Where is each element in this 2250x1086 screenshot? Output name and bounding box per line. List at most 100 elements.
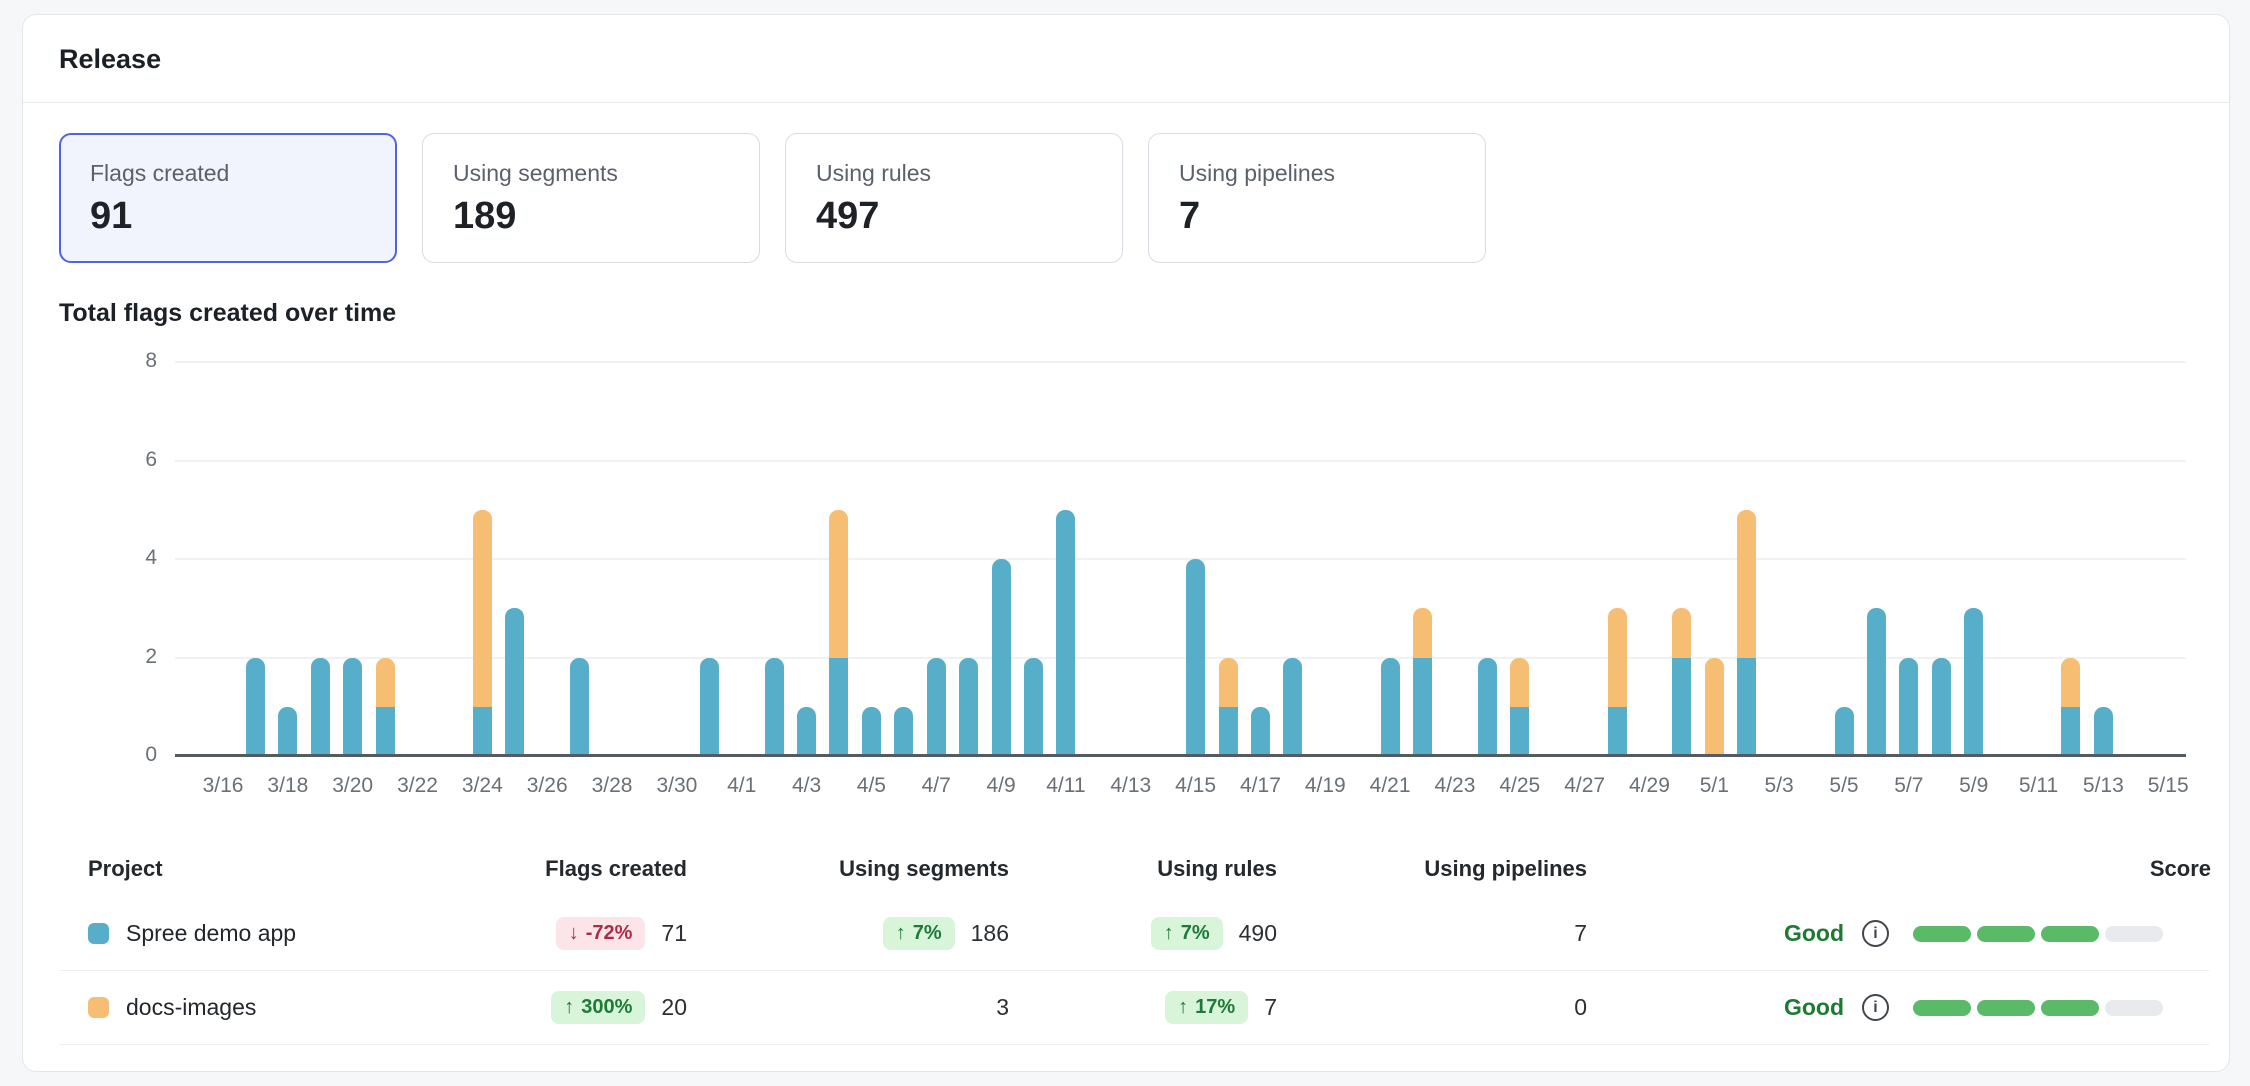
- gridline-y6: [175, 460, 2186, 462]
- score-cell: Goodi: [1784, 920, 2211, 947]
- trend-badge-positive: ↑7%: [883, 917, 955, 950]
- bar-segment-spree-demo-app: [927, 658, 946, 757]
- bar-segment-spree-demo-app: [343, 658, 362, 757]
- bar-segment-docs-images: [1510, 658, 1529, 707]
- trend-badge-negative: ↓-72%: [556, 917, 646, 950]
- metric-cell-using-pipelines: 7: [1574, 920, 1587, 947]
- metric-value: 0: [1574, 994, 1587, 1021]
- score-segment-filled: [1913, 1000, 1971, 1016]
- project-cell: docs-images: [59, 994, 459, 1021]
- bar-segment-docs-images: [376, 658, 395, 707]
- bar-4-16: [1219, 658, 1238, 757]
- bar-3-21: [376, 658, 395, 757]
- bar-segment-spree-demo-app: [1835, 707, 1854, 756]
- info-icon[interactable]: i: [1862, 920, 1889, 947]
- y-axis-label-8: 8: [97, 349, 157, 373]
- bar-5-7: [1899, 658, 1918, 757]
- column-header-using-pipelines: Using pipelines: [1424, 856, 1587, 882]
- trend-badge-positive: ↑300%: [551, 991, 645, 1024]
- bar-3-24: [473, 510, 492, 756]
- bar-segment-spree-demo-app: [1219, 707, 1238, 756]
- trend-delta: -72%: [586, 922, 633, 945]
- bar-3-31: [700, 658, 719, 757]
- bar-5-6: [1867, 608, 1886, 756]
- bar-segment-spree-demo-app: [700, 658, 719, 757]
- bar-4-10: [1024, 658, 1043, 757]
- bar-4-4: [829, 510, 848, 756]
- stat-card-flags-created[interactable]: Flags created91: [59, 133, 397, 263]
- bar-3-27: [570, 658, 589, 757]
- bar-4-24: [1478, 658, 1497, 757]
- panel-header: Release: [23, 15, 2229, 103]
- metric-value: 7: [1574, 920, 1587, 947]
- metric-cell-using-rules: ↑17%7: [1165, 991, 1277, 1024]
- bar-4-5: [862, 707, 881, 756]
- bar-3-20: [343, 658, 362, 757]
- column-header-using-segments: Using segments: [839, 856, 1009, 882]
- column-header-score: Score: [2150, 856, 2211, 882]
- column-header-project: Project: [59, 856, 459, 882]
- column-header-flags-created: Flags created: [545, 856, 687, 882]
- gridline-y8: [175, 361, 2186, 363]
- arrow-up-icon: ↑: [896, 922, 906, 945]
- bar-segment-docs-images: [473, 510, 492, 707]
- projects-table-body: Spree demo app↓-72%71↑7%186↑7%4907Goodid…: [59, 897, 2209, 1045]
- bar-segment-spree-demo-app: [1381, 658, 1400, 757]
- metric-value: 7: [1264, 994, 1277, 1021]
- score-bar: [1913, 926, 2163, 942]
- bar-4-3: [797, 707, 816, 756]
- bar-segment-spree-demo-app: [1413, 658, 1432, 757]
- metric-cell-using-segments: ↑7%186: [883, 917, 1009, 950]
- bar-segment-spree-demo-app: [505, 608, 524, 756]
- bar-segment-docs-images: [2061, 658, 2080, 707]
- score-segment-filled: [2041, 1000, 2099, 1016]
- score-label: Good: [1784, 994, 1844, 1021]
- y-axis-label-0: 0: [97, 743, 157, 767]
- bar-segment-spree-demo-app: [1283, 658, 1302, 757]
- trend-delta: 17%: [1195, 996, 1235, 1019]
- stat-card-using-rules[interactable]: Using rules 497: [785, 133, 1123, 263]
- flags-over-time-chart: 024683/163/183/203/223/243/263/283/304/1…: [59, 341, 2219, 821]
- bar-4-11: [1056, 510, 1075, 756]
- bar-segment-spree-demo-app: [829, 658, 848, 757]
- table-row-spree-demo-app: Spree demo app↓-72%71↑7%186↑7%4907Goodi: [59, 897, 2209, 970]
- bar-segment-spree-demo-app: [959, 658, 978, 757]
- bar-4-6: [894, 707, 913, 756]
- bar-segment-spree-demo-app: [765, 658, 784, 757]
- metric-value: 71: [661, 920, 687, 947]
- stat-card-value: 497: [816, 195, 1092, 238]
- bar-segment-spree-demo-app: [1608, 707, 1627, 756]
- bar-5-9: [1964, 608, 1983, 756]
- stat-card-value: 7: [1179, 195, 1455, 238]
- bar-segment-spree-demo-app: [473, 707, 492, 756]
- bar-5-12: [2061, 658, 2080, 757]
- trend-badge-positive: ↑7%: [1151, 917, 1223, 950]
- stat-card-label: Using rules: [816, 160, 1092, 187]
- bar-segment-spree-demo-app: [246, 658, 265, 757]
- bar-segment-spree-demo-app: [2061, 707, 2080, 756]
- bar-4-15: [1186, 559, 1205, 756]
- bar-4-17: [1251, 707, 1270, 756]
- stat-card-using-pipelines[interactable]: Using pipelines7: [1148, 133, 1486, 263]
- stat-card-label: Using segments: [453, 160, 729, 187]
- metric-cell-using-segments: 3: [996, 994, 1009, 1021]
- project-name: Spree demo app: [126, 920, 296, 947]
- bar-4-7: [927, 658, 946, 757]
- chart-title: Total flags created over time: [59, 299, 396, 328]
- x-axis-label-5-15: 5/15: [2126, 774, 2210, 798]
- bar-4-28: [1608, 608, 1627, 756]
- bar-5-13: [2094, 707, 2113, 756]
- y-axis-label-4: 4: [97, 546, 157, 570]
- score-segment-filled: [1977, 1000, 2035, 1016]
- score-segment-filled: [1977, 926, 2035, 942]
- release-panel: Release Flags created91Using segments189…: [22, 14, 2230, 1072]
- bar-segment-docs-images: [1672, 608, 1691, 657]
- stat-card-label: Flags created: [90, 160, 366, 187]
- bar-segment-spree-demo-app: [2094, 707, 2113, 756]
- bar-segment-spree-demo-app: [1024, 658, 1043, 757]
- info-icon[interactable]: i: [1862, 994, 1889, 1021]
- stat-card-using-segments[interactable]: Using segments189: [422, 133, 760, 263]
- bar-segment-docs-images: [1608, 608, 1627, 707]
- bar-segment-spree-demo-app: [894, 707, 913, 756]
- bar-segment-spree-demo-app: [992, 559, 1011, 756]
